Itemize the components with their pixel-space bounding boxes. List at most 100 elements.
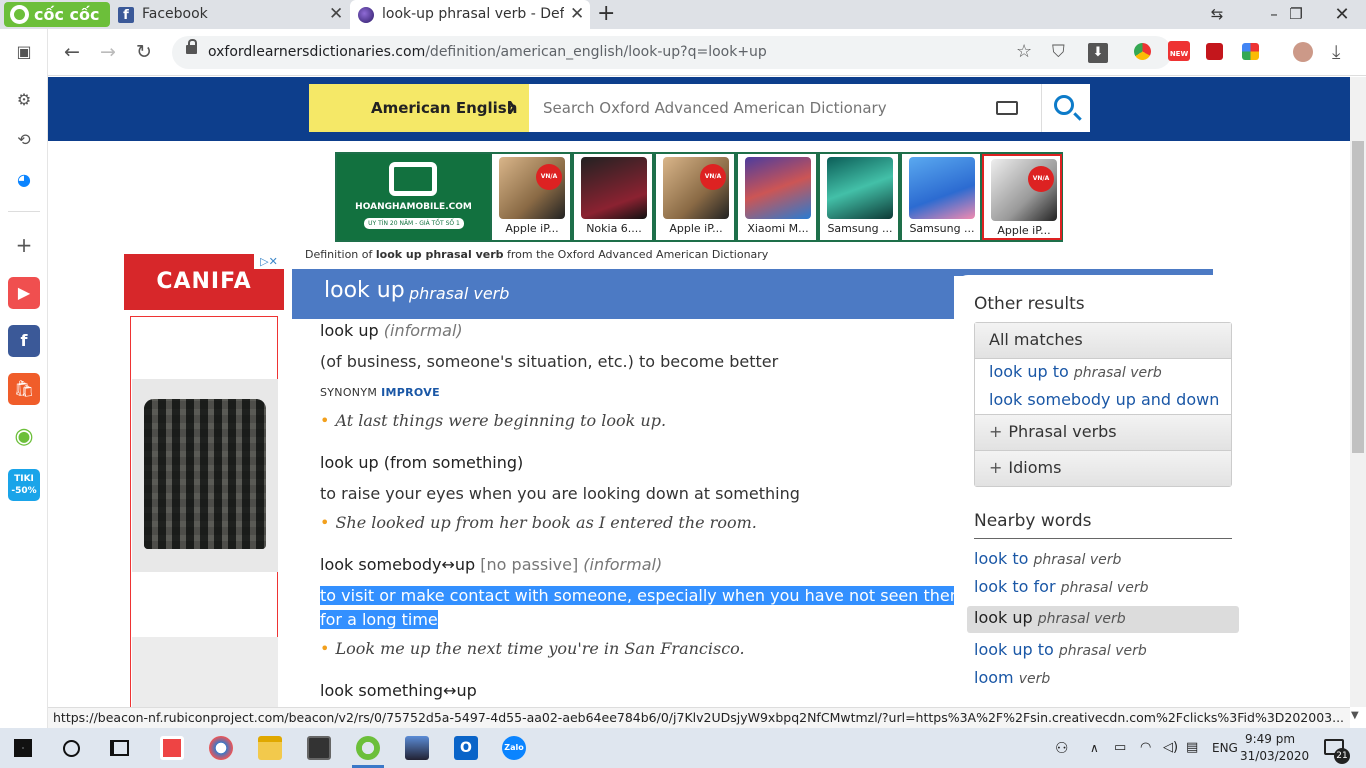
nearby-link[interactable]: look up to phrasal verb [974, 640, 1147, 659]
search-input[interactable] [543, 84, 983, 132]
shield-icon[interactable]: ⛉ [1052, 41, 1065, 63]
oxford-icon [358, 7, 374, 23]
sense-example: • Look me up the next time you're in San … [320, 639, 745, 658]
input-language[interactable]: ENG [1212, 728, 1238, 768]
add-icon[interactable]: + [8, 229, 40, 261]
ad-product[interactable]: VN/A Apple iP... [490, 154, 570, 240]
close-icon[interactable]: ✕ [570, 0, 584, 29]
back-icon[interactable]: ← [64, 41, 80, 63]
ad-product[interactable]: Xiaomi M... [736, 154, 816, 240]
match-pos: phrasal verb [1073, 365, 1162, 381]
hoangha-logo: HOANGHAMOBILE.COM UY TÍN 20 NĂM - GIÁ TỐ… [337, 154, 490, 240]
nearby-pos: phrasal verb [1058, 643, 1147, 659]
sense-example: • At last things were beginning to look u… [320, 411, 666, 430]
volume-icon[interactable]: ◁) [1163, 728, 1178, 768]
scrollbar-thumb[interactable] [1352, 141, 1364, 453]
file-explorer-icon[interactable] [258, 736, 282, 760]
match-link[interactable]: look up to phrasal verb [989, 362, 1162, 381]
facebook-icon: f [118, 7, 134, 23]
ad-tagline: UY TÍN 20 NĂM - GIÁ TỐT SỐ 1 [364, 218, 464, 229]
all-matches-header[interactable]: All matches [975, 323, 1231, 359]
people-icon[interactable]: ⚇ [1055, 728, 1068, 768]
ad-product[interactable]: VN/A Apple iP... [982, 154, 1062, 240]
forward-icon[interactable]: → [100, 41, 116, 63]
reload-icon[interactable]: ↻ [136, 41, 152, 63]
synonym-label: SYNONYM [320, 386, 378, 399]
phrasal-verbs-accordion[interactable]: + Phrasal verbs [975, 414, 1231, 450]
app-icon[interactable] [405, 736, 429, 760]
bookmark-star-icon[interactable]: ☆ [1016, 41, 1032, 63]
sidebar-toggle-icon[interactable]: ▣ [8, 36, 40, 68]
idioms-accordion[interactable]: + Idioms [975, 450, 1231, 486]
download-icon[interactable]: ⤓ [1332, 41, 1340, 63]
task-view-icon[interactable] [110, 740, 129, 756]
match-link[interactable]: look somebody up and down [989, 390, 1219, 409]
all-matches-box: All matches look up to phrasal verb look… [974, 322, 1232, 487]
nearby-pos: verb [1018, 671, 1051, 687]
bullet-icon: • [320, 513, 330, 532]
tab-search-icon[interactable]: ⇆ [1195, 0, 1239, 29]
url-text[interactable]: oxfordlearnersdictionaries.com/definitio… [208, 36, 767, 69]
download-page-icon[interactable]: ⬇ [1088, 43, 1108, 63]
search-button[interactable] [1041, 84, 1090, 132]
wifi-icon[interactable]: ◠ [1140, 728, 1151, 768]
tab-facebook[interactable]: f Facebook ✕ [110, 0, 350, 29]
color-picker-icon[interactable] [1242, 43, 1259, 60]
nearby-link[interactable]: look to phrasal verb [974, 549, 1121, 568]
sense-headword: look somebody↔up [no passive] (informal) [320, 555, 662, 574]
close-icon[interactable]: ✕ [329, 0, 343, 29]
ad-image-placeholder [132, 637, 278, 707]
monitor-icon[interactable]: ▤ [1186, 728, 1198, 768]
ad-product[interactable]: VN/A Apple iP... [654, 154, 734, 240]
tab-oxford[interactable]: look-up phrasal verb - Definit ✕ [350, 0, 590, 29]
nearby-link[interactable]: loom verb [974, 668, 1050, 687]
outlook-icon[interactable]: O [454, 736, 478, 760]
ad-product[interactable]: Nokia 6.... [572, 154, 652, 240]
battery-icon[interactable]: ▭ [1114, 728, 1126, 768]
def-prefix: Definition of [305, 248, 376, 261]
app-icon[interactable] [307, 736, 331, 760]
plus-icon: + [989, 422, 1003, 441]
ad-product[interactable]: Samsung ... [818, 154, 898, 240]
ad-banner[interactable]: HOANGHAMOBILE.COM UY TÍN 20 NĂM - GIÁ TỐ… [335, 152, 1063, 242]
lock-icon [186, 39, 197, 54]
nearby-word: loom [974, 668, 1014, 687]
sidebar-divider [8, 211, 40, 212]
gear-icon[interactable]: ⚙ [8, 84, 40, 116]
synonym-link[interactable]: IMPROVE [381, 386, 440, 399]
nearby-link[interactable]: look to for phrasal verb [974, 577, 1148, 596]
paint-icon[interactable] [209, 736, 233, 760]
coccoc-icon[interactable]: ◉ [8, 421, 40, 453]
keyboard-icon[interactable] [996, 101, 1018, 115]
ad-product[interactable]: Samsung ... [900, 154, 980, 240]
windows-start-icon[interactable] [14, 739, 32, 757]
canifa-ad[interactable]: CANIFA ▷✕ [124, 254, 284, 707]
shopee-icon[interactable]: 🛍 [8, 373, 40, 405]
new-tab-button[interactable]: + [597, 0, 615, 28]
search-icon[interactable] [63, 740, 80, 757]
adchoices-icon[interactable]: ▷✕ [254, 254, 284, 269]
scroll-down-icon[interactable]: ▼ [1351, 710, 1359, 721]
close-window-button[interactable]: ✕ [1320, 0, 1364, 29]
vertical-scrollbar[interactable] [1350, 77, 1366, 707]
avatar[interactable] [1293, 42, 1313, 62]
url-path: /definition/american_english/look-up?q=l… [425, 44, 767, 60]
language-dropdown[interactable]: American English ❯ [309, 84, 529, 132]
youtube-icon[interactable]: ▶ [8, 277, 40, 309]
tiki-icon[interactable]: TIKI -50% [8, 469, 40, 501]
new-extension-icon[interactable]: NEW [1168, 41, 1190, 61]
chevron-up-icon[interactable]: ∧ [1090, 728, 1099, 768]
facebook-icon[interactable]: f [8, 325, 40, 357]
adblock-icon[interactable] [1206, 43, 1223, 60]
address-bar[interactable]: oxfordlearnersdictionaries.com/definitio… [172, 36, 1172, 69]
app-icon[interactable] [160, 736, 184, 760]
clock[interactable]: 9:49 pm 31/03/2020 [1240, 731, 1309, 765]
restore-button[interactable]: ❐ [1274, 0, 1318, 29]
coccoc-icon[interactable] [356, 736, 380, 760]
coccoc-ext-icon[interactable] [1134, 43, 1151, 60]
coccoc-logo[interactable]: cốc cốc [4, 2, 110, 27]
messenger-icon[interactable]: ◕ [8, 164, 40, 196]
zalo-icon[interactable]: Zalo [502, 736, 526, 760]
history-icon[interactable]: ⟲ [8, 124, 40, 156]
example-text: At last things were beginning to look up… [335, 411, 667, 430]
